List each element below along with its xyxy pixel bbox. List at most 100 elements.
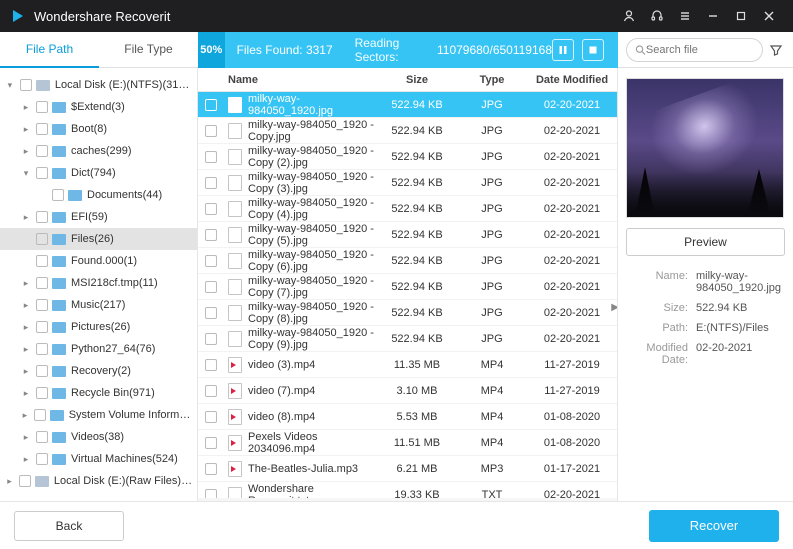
tree-item[interactable]: ▸Recycle Bin(971): [0, 382, 197, 404]
tree-item[interactable]: ▸Videos(38): [0, 426, 197, 448]
tree-item[interactable]: Found.000(1): [0, 250, 197, 272]
pause-scan-button[interactable]: [552, 39, 574, 61]
tree-toggle-icon[interactable]: ▸: [20, 212, 32, 223]
column-name[interactable]: Name: [224, 74, 377, 86]
file-row[interactable]: milky-way-984050_1920 - Copy (9).jpg522.…: [198, 326, 617, 352]
tree-toggle-icon[interactable]: ▸: [20, 432, 32, 443]
menu-icon[interactable]: [671, 2, 699, 30]
tree-checkbox[interactable]: [36, 431, 48, 443]
row-checkbox[interactable]: [205, 281, 217, 293]
column-type[interactable]: Type: [457, 74, 527, 86]
tree-toggle-icon[interactable]: ▸: [20, 322, 32, 333]
search-input-wrapper[interactable]: [626, 38, 763, 62]
row-checkbox[interactable]: [205, 255, 217, 267]
tree-checkbox[interactable]: [36, 321, 48, 333]
row-checkbox[interactable]: [205, 99, 217, 111]
file-row[interactable]: milky-way-984050_1920 - Copy (5).jpg522.…: [198, 222, 617, 248]
file-row[interactable]: video (8).mp45.53 MBMP401-08-2020: [198, 404, 617, 430]
tree-checkbox[interactable]: [36, 277, 48, 289]
filter-icon[interactable]: [769, 43, 785, 57]
tree-toggle-icon[interactable]: ▸: [4, 476, 15, 487]
minimize-button[interactable]: [699, 2, 727, 30]
file-row[interactable]: video (3).mp411.35 MBMP411-27-2019: [198, 352, 617, 378]
file-row[interactable]: milky-way-984050_1920 - Copy (4).jpg522.…: [198, 196, 617, 222]
tree-checkbox[interactable]: [36, 101, 48, 113]
tree-item[interactable]: ▸Recovery(2): [0, 360, 197, 382]
tab-file-path[interactable]: File Path: [0, 32, 99, 68]
file-row[interactable]: milky-way-984050_1920.jpg522.94 KBJPG02-…: [198, 92, 617, 118]
tree-toggle-icon[interactable]: ▸: [20, 366, 32, 377]
scroll-right-icon[interactable]: ▶: [611, 302, 617, 313]
headset-icon[interactable]: [643, 2, 671, 30]
file-row[interactable]: video (7).mp43.10 MBMP411-27-2019: [198, 378, 617, 404]
tree-checkbox[interactable]: [52, 189, 64, 201]
tree-toggle-icon[interactable]: ▸: [20, 344, 32, 355]
tree-item[interactable]: ▸Virtual Machines(524): [0, 448, 197, 470]
tree-toggle-icon[interactable]: ▸: [20, 388, 32, 399]
file-list-body[interactable]: ▶ milky-way-984050_1920.jpg522.94 KBJPG0…: [198, 92, 617, 498]
row-checkbox[interactable]: [205, 151, 217, 163]
tree-checkbox[interactable]: [36, 123, 48, 135]
tree-toggle-icon[interactable]: ▸: [20, 278, 32, 289]
recover-button[interactable]: Recover: [649, 510, 779, 542]
tree-item[interactable]: ▸caches(299): [0, 140, 197, 162]
tree-toggle-icon[interactable]: ▸: [20, 454, 32, 465]
tree-checkbox[interactable]: [36, 255, 48, 267]
column-size[interactable]: Size: [377, 74, 457, 86]
tree-item[interactable]: ▸MSI218cf.tmp(11): [0, 272, 197, 294]
row-checkbox[interactable]: [205, 411, 217, 423]
tree-item[interactable]: ▸$Extend(3): [0, 96, 197, 118]
row-checkbox[interactable]: [205, 437, 217, 449]
tree-checkbox[interactable]: [36, 299, 48, 311]
tree-item[interactable]: Files(26): [0, 228, 197, 250]
tree-toggle-icon[interactable]: ▾: [4, 80, 16, 91]
file-row[interactable]: milky-way-984050_1920 - Copy (6).jpg522.…: [198, 248, 617, 274]
file-row[interactable]: The-Beatles-Julia.mp36.21 MBMP301-17-202…: [198, 456, 617, 482]
tree-item[interactable]: ▾Dict(794): [0, 162, 197, 184]
file-row[interactable]: milky-way-984050_1920 - Copy (3).jpg522.…: [198, 170, 617, 196]
column-date[interactable]: Date Modified: [527, 74, 617, 86]
file-row[interactable]: Wondershare Recoverit.txt19.33 KBTXT02-2…: [198, 482, 617, 498]
preview-button[interactable]: Preview: [626, 228, 785, 256]
tree-item[interactable]: ▸Local Disk (E:)(Raw Files)(163): [0, 470, 197, 492]
row-checkbox[interactable]: [205, 385, 217, 397]
tree-toggle-icon[interactable]: ▸: [20, 300, 32, 311]
account-icon[interactable]: [615, 2, 643, 30]
file-row[interactable]: milky-way-984050_1920 - Copy.jpg522.94 K…: [198, 118, 617, 144]
tree-toggle-icon[interactable]: ▸: [20, 102, 32, 113]
file-row[interactable]: milky-way-984050_1920 - Copy (7).jpg522.…: [198, 274, 617, 300]
tree-checkbox[interactable]: [36, 167, 48, 179]
tree-item[interactable]: ▸Pictures(26): [0, 316, 197, 338]
tree-item[interactable]: ▸Boot(8): [0, 118, 197, 140]
tree-checkbox[interactable]: [36, 387, 48, 399]
row-checkbox[interactable]: [205, 229, 217, 241]
row-checkbox[interactable]: [205, 125, 217, 137]
tree-checkbox[interactable]: [20, 79, 32, 91]
row-checkbox[interactable]: [205, 463, 217, 475]
row-checkbox[interactable]: [205, 489, 217, 499]
row-checkbox[interactable]: [205, 203, 217, 215]
tree-toggle-icon[interactable]: ▸: [20, 124, 32, 135]
row-checkbox[interactable]: [205, 177, 217, 189]
row-checkbox[interactable]: [205, 333, 217, 345]
stop-scan-button[interactable]: [582, 39, 604, 61]
tree-checkbox[interactable]: [19, 475, 31, 487]
tree-item[interactable]: ▸Music(217): [0, 294, 197, 316]
row-checkbox[interactable]: [205, 359, 217, 371]
maximize-button[interactable]: [727, 2, 755, 30]
tree-checkbox[interactable]: [36, 145, 48, 157]
tree-toggle-icon[interactable]: ▸: [20, 146, 32, 157]
tree-item[interactable]: ▾Local Disk (E:)(NTFS)(3154): [0, 74, 197, 96]
folder-tree[interactable]: ▾Local Disk (E:)(NTFS)(3154)▸$Extend(3)▸…: [0, 68, 198, 520]
file-row[interactable]: Pexels Videos 2034096.mp411.51 MBMP401-0…: [198, 430, 617, 456]
search-input[interactable]: [646, 44, 754, 56]
tree-toggle-icon[interactable]: ▾: [20, 168, 32, 179]
tree-checkbox[interactable]: [36, 211, 48, 223]
close-button[interactable]: [755, 2, 783, 30]
back-button[interactable]: Back: [14, 511, 124, 541]
file-row[interactable]: milky-way-984050_1920 - Copy (8).jpg522.…: [198, 300, 617, 326]
tree-item[interactable]: ▸Python27_64(76): [0, 338, 197, 360]
tree-checkbox[interactable]: [36, 343, 48, 355]
tree-checkbox[interactable]: [36, 453, 48, 465]
tree-item[interactable]: ▸EFI(59): [0, 206, 197, 228]
